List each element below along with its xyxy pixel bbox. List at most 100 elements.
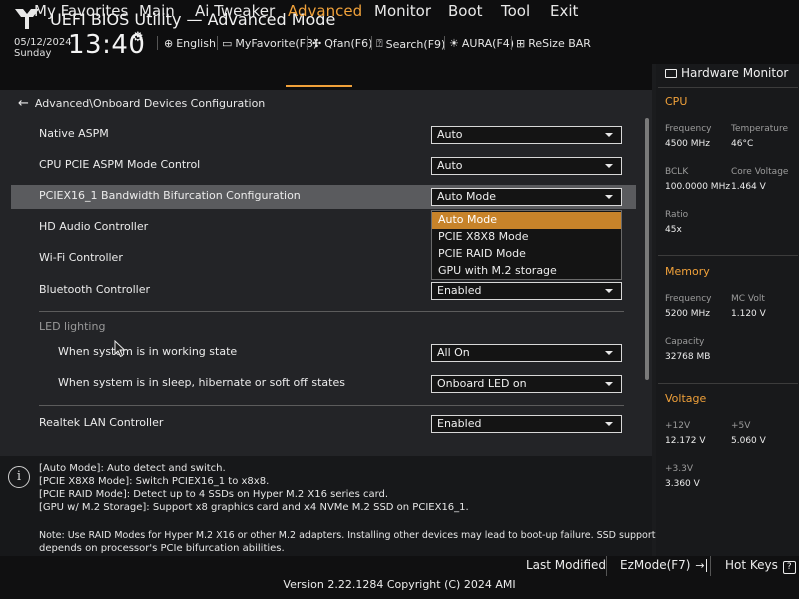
cpu-temperature-label: Temperature (731, 124, 789, 134)
setting-wifi[interactable]: Wi-Fi Controller (39, 251, 123, 264)
mouse-cursor-icon (114, 340, 126, 358)
section-divider (39, 405, 624, 406)
help-line: [Auto Mode]: Auto detect and switch. (39, 463, 226, 474)
hardware-monitor-label: Hardware Monitor (681, 66, 789, 80)
qfan-button[interactable]: ✣ Qfan(F6) (312, 37, 372, 50)
caret-down-icon (605, 351, 613, 355)
cpu-pcie-aspm-select[interactable]: Auto (431, 157, 622, 175)
caret-down-icon (605, 422, 613, 426)
ezmode-button[interactable]: EzMode(F7) → (620, 558, 707, 572)
scrollbar[interactable] (645, 118, 649, 380)
help-note: Note: Use RAID Modes for Hyper M.2 X16 o… (39, 530, 656, 541)
active-tab-underline (286, 85, 352, 87)
setting-led-working[interactable]: When system is in working state (58, 345, 237, 358)
globe-icon: ⊕ (164, 37, 174, 50)
search-icon: ⍰ (376, 37, 383, 50)
menu-my-favorites[interactable]: My Favorites (34, 2, 128, 20)
hw-divider (658, 87, 798, 88)
ratio-label: Ratio (665, 210, 689, 220)
menu-boot[interactable]: Boot (448, 2, 483, 20)
caret-down-icon (605, 164, 613, 168)
help-line: [PCIE RAID Mode]: Detect up to 4 SSDs on… (39, 489, 389, 500)
realtek-lan-select[interactable]: Enabled (431, 415, 622, 433)
cpu-frequency-label: Frequency (665, 124, 712, 134)
help-line: [PCIE X8X8 Mode]: Switch PCIEX16_1 to x8… (39, 476, 270, 487)
search-label: Search(F9) (385, 37, 446, 51)
v5-label: +5V (731, 421, 751, 431)
caret-down-icon (605, 382, 613, 386)
resize-bar-icon: ⊞ (516, 37, 526, 50)
pciex16-bifurcation-select[interactable]: Auto Mode (431, 188, 622, 206)
language-button[interactable]: ⊕ English (164, 37, 216, 50)
menu-exit[interactable]: Exit (550, 2, 578, 20)
setting-led-sleep[interactable]: When system is in sleep, hibernate or so… (58, 376, 345, 389)
qfan-label: Qfan(F6) (324, 37, 373, 50)
breadcrumb[interactable]: ← Advanced\Onboard Devices Configuration (18, 96, 265, 111)
aura-button[interactable]: ☀ AURA(F4) (449, 37, 514, 50)
mc-volt-value: 1.120 V (731, 309, 766, 319)
menu-monitor[interactable]: Monitor (374, 2, 431, 20)
toolbar-separator (444, 36, 445, 50)
resize-bar-button[interactable]: ⊞ ReSize BAR (516, 37, 591, 50)
cpu-heading: CPU (665, 95, 688, 108)
memory-frequency-label: Frequency (665, 294, 712, 304)
menu-main[interactable]: Main (139, 2, 175, 20)
cpu-temperature-value: 46°C (731, 139, 754, 149)
setting-cpu-pcie-aspm[interactable]: CPU PCIE ASPM Mode Control (39, 158, 200, 171)
v12-value: 12.172 V (665, 436, 706, 446)
menu-ai-tweaker[interactable]: Ai Tweaker (195, 2, 275, 20)
memory-frequency-value: 5200 MHz (665, 309, 711, 319)
help-line: [GPU w/ M.2 Storage]: Support x8 graphic… (39, 502, 469, 513)
setting-pciex16-bifurcation[interactable]: PCIEX16_1 Bandwidth Bifurcation Configur… (39, 189, 301, 202)
setting-bluetooth[interactable]: Bluetooth Controller (39, 283, 150, 296)
fan-icon: ✣ (312, 37, 322, 50)
select-value: Auto (437, 128, 463, 141)
bluetooth-select[interactable]: Enabled (431, 282, 622, 300)
aura-icon: ☀ (449, 37, 459, 50)
favorite-icon: ▭ (222, 37, 233, 50)
option-pcie-raid[interactable]: PCIE RAID Mode (432, 246, 621, 263)
select-value: All On (437, 346, 470, 359)
group-led-lighting: LED lighting (39, 320, 106, 333)
toolbar-separator (511, 36, 512, 50)
exit-arrow-icon: → (695, 559, 707, 572)
language-label: English (176, 37, 216, 50)
bclk-label: BCLK (665, 167, 689, 177)
search-button[interactable]: ⍰ Search(F9) (376, 37, 445, 51)
aura-label: AURA(F4) (461, 37, 515, 50)
myfavorite-button[interactable]: ▭ MyFavorite(F3) (222, 37, 317, 50)
menu-advanced[interactable]: Advanced (288, 2, 362, 20)
monitor-icon (665, 68, 677, 78)
mc-volt-label: MC Volt (731, 294, 765, 304)
capacity-value: 32768 MB (665, 352, 711, 362)
back-arrow-icon[interactable]: ← (18, 96, 29, 111)
option-pcie-x8x8[interactable]: PCIE X8X8 Mode (432, 229, 621, 246)
toolbar-separator (307, 36, 308, 50)
option-gpu-m2[interactable]: GPU with M.2 storage (432, 263, 621, 280)
bclk-value: 100.0000 MHz (665, 182, 731, 192)
setting-native-aspm[interactable]: Native ASPM (39, 127, 109, 140)
cpu-frequency-value: 4500 MHz (665, 139, 711, 149)
version-text: Version 2.22.1284 Copyright (C) 2024 AMI (283, 578, 516, 591)
menu-tool[interactable]: Tool (501, 2, 530, 20)
setting-realtek-lan[interactable]: Realtek LAN Controller (39, 416, 163, 429)
toolbar-separator (157, 36, 158, 50)
option-auto-mode[interactable]: Auto Mode (432, 212, 621, 229)
footer-separator (710, 556, 711, 576)
gear-icon[interactable]: ⚙ (132, 30, 144, 45)
led-sleep-select[interactable]: Onboard LED on (431, 375, 622, 393)
hw-divider (658, 383, 798, 384)
native-aspm-select[interactable]: Auto (431, 126, 622, 144)
last-modified-button[interactable]: Last Modified (526, 558, 606, 572)
ratio-value: 45x (665, 225, 682, 235)
ezmode-label: EzMode(F7) (620, 558, 691, 572)
led-working-select[interactable]: All On (431, 344, 622, 362)
caret-down-icon (605, 195, 613, 199)
section-divider (39, 311, 624, 312)
select-value: Onboard LED on (437, 377, 527, 390)
setting-hd-audio[interactable]: HD Audio Controller (39, 220, 148, 233)
toolbar-separator (217, 36, 218, 50)
hotkeys-button[interactable]: Hot Keys ? (725, 558, 796, 574)
v12-label: +12V (665, 421, 691, 431)
help-note: depends on processor's PCIe bifurcation … (39, 543, 285, 554)
